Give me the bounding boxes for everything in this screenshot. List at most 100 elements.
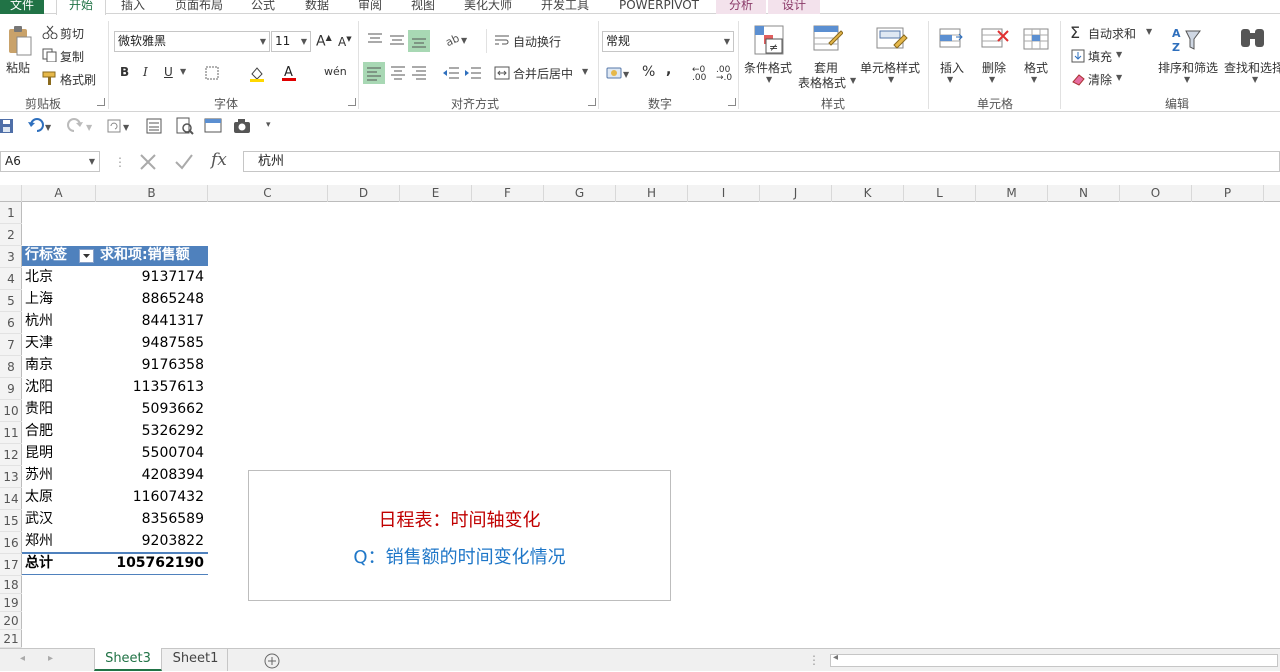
underline-button[interactable]: U	[164, 65, 173, 79]
pivot-value-cell[interactable]: 5093662	[142, 398, 204, 420]
delete-cells-button[interactable]: 删除	[982, 59, 1006, 76]
sheet-tab-sheet3[interactable]: Sheet3	[94, 648, 162, 671]
pivot-total-label[interactable]: 总计	[25, 552, 53, 574]
row-header[interactable]: 2	[0, 224, 22, 246]
scroll-left-icon[interactable]: ◂	[20, 653, 25, 664]
merge-center-icon[interactable]	[494, 65, 510, 84]
binoculars-icon[interactable]	[1238, 25, 1268, 56]
font-launcher-icon[interactable]	[348, 98, 356, 106]
insert-cells-button[interactable]: 插入	[940, 59, 964, 76]
pivot-city-cell[interactable]: 天津	[25, 332, 53, 354]
pivot-value-cell[interactable]: 5326292	[142, 420, 204, 442]
row-header[interactable]: 17	[0, 554, 22, 576]
number-launcher-icon[interactable]	[728, 98, 736, 106]
alignment-launcher-icon[interactable]	[588, 98, 596, 106]
pivot-city-cell[interactable]: 合肥	[25, 420, 53, 442]
refresh-icon[interactable]: ▼	[106, 117, 134, 138]
currency-icon[interactable]: ▼	[606, 65, 632, 84]
tab-home[interactable]: 开始	[56, 0, 106, 16]
column-header[interactable]: C	[208, 185, 328, 202]
pivot-value-cell[interactable]: 11607432	[133, 486, 204, 508]
pivot-value-cell[interactable]: 9176358	[142, 354, 204, 376]
row-header[interactable]: 8	[0, 356, 22, 378]
name-box[interactable]: A6 ▼	[0, 151, 100, 172]
form-icon[interactable]	[146, 117, 162, 138]
tab-formulas[interactable]: 公式	[246, 0, 280, 14]
redo-icon[interactable]: ▼	[66, 117, 94, 138]
pivot-city-cell[interactable]: 贵阳	[25, 398, 53, 420]
row-header[interactable]: 16	[0, 532, 22, 554]
sort-filter-icon[interactable]: AZ	[1170, 25, 1202, 58]
sheet-tab-sheet1[interactable]: Sheet1	[164, 648, 228, 671]
camera-icon[interactable]	[233, 118, 251, 137]
tab-analyze[interactable]: 分析	[716, 0, 766, 14]
wrap-text-button[interactable]: 自动换行	[513, 33, 561, 50]
column-header[interactable]: K	[832, 185, 904, 202]
align-middle-icon[interactable]	[388, 31, 406, 50]
sort-filter-button[interactable]: 排序和筛选	[1158, 59, 1218, 76]
column-header[interactable]: G	[544, 185, 616, 202]
pivot-value-cell[interactable]: 4208394	[142, 464, 204, 486]
pivot-total-value[interactable]: 105762190	[96, 552, 204, 574]
pivot-row-label-header[interactable]: 行标签	[25, 244, 67, 266]
autosum-icon[interactable]: Σ	[1070, 23, 1080, 42]
cancel-icon[interactable]	[138, 152, 158, 175]
column-header[interactable]: N	[1048, 185, 1120, 202]
undo-icon[interactable]: ▼	[27, 117, 55, 138]
pivot-city-cell[interactable]: 昆明	[25, 442, 53, 464]
row-header[interactable]: 14	[0, 488, 22, 510]
number-format-select[interactable]: 常规 ▼	[602, 31, 734, 52]
pivot-city-cell[interactable]: 太原	[25, 486, 53, 508]
column-header[interactable]: H	[616, 185, 688, 202]
phonetic-icon[interactable]: wén	[324, 65, 347, 78]
pivot-value-cell[interactable]: 9203822	[142, 530, 204, 552]
chevron-down-icon[interactable]: ▼	[850, 76, 856, 85]
column-header[interactable]: E	[400, 185, 472, 202]
column-header[interactable]: A	[22, 185, 96, 202]
pivot-value-cell[interactable]: 8441317	[142, 310, 204, 332]
tab-design[interactable]: 设计	[768, 0, 820, 14]
decrease-font-icon[interactable]: A▼	[338, 35, 352, 49]
chevron-down-icon[interactable]: ▼	[180, 67, 186, 76]
delete-cells-icon[interactable]	[980, 25, 1010, 56]
chevron-down-icon[interactable]: ▼	[1184, 75, 1190, 84]
align-bottom-icon[interactable]	[408, 30, 430, 52]
format-painter-icon[interactable]	[42, 71, 58, 88]
bold-button[interactable]: B	[120, 65, 129, 79]
pivot-city-cell[interactable]: 上海	[25, 288, 53, 310]
column-header[interactable]: P	[1192, 185, 1264, 202]
row-header[interactable]: 1	[0, 202, 22, 224]
clipboard-launcher-icon[interactable]	[97, 98, 105, 106]
font-name-select[interactable]: 微软雅黑 ▼	[114, 31, 270, 52]
tab-insert[interactable]: 插入	[116, 0, 150, 14]
chevron-down-icon[interactable]: ▼	[1146, 27, 1152, 36]
chevron-down-icon[interactable]: ▼	[1031, 75, 1037, 84]
cell-styles-button[interactable]: 单元格样式	[860, 59, 920, 76]
scroll-right-icon[interactable]: ▸	[48, 653, 53, 664]
enter-icon[interactable]	[174, 152, 194, 175]
row-header[interactable]: 7	[0, 334, 22, 356]
comma-icon[interactable]: ,	[666, 62, 671, 78]
format-as-table-label-2[interactable]: 表格格式	[798, 74, 846, 91]
row-header[interactable]: 18	[0, 576, 22, 594]
row-header[interactable]: 11	[0, 422, 22, 444]
italic-button[interactable]: I	[143, 65, 148, 79]
tab-powerpivot[interactable]: POWERPIVOT	[612, 0, 706, 14]
row-header[interactable]: 19	[0, 594, 22, 612]
fill-button[interactable]: 填充	[1088, 48, 1112, 65]
row-header[interactable]: 15	[0, 510, 22, 532]
format-painter-button[interactable]: 格式刷	[60, 71, 96, 88]
percent-icon[interactable]: %	[642, 64, 655, 80]
tab-beautify[interactable]: 美化大师	[458, 0, 518, 14]
autosum-button[interactable]: 自动求和	[1088, 25, 1136, 42]
tab-page-layout[interactable]: 页面布局	[170, 0, 228, 14]
row-header[interactable]: 10	[0, 400, 22, 422]
pivot-value-cell[interactable]: 8865248	[142, 288, 204, 310]
conditional-formatting-button[interactable]: 条件格式	[744, 59, 792, 76]
text-box[interactable]: 日程表：时间轴变化 Q：销售额的时间变化情况	[248, 470, 671, 601]
paste-button[interactable]: 粘贴	[6, 59, 30, 76]
fill-icon[interactable]	[1071, 49, 1085, 66]
save-icon[interactable]	[0, 118, 14, 137]
copy-button[interactable]: 复制	[60, 48, 84, 65]
pivot-city-cell[interactable]: 武汉	[25, 508, 53, 530]
